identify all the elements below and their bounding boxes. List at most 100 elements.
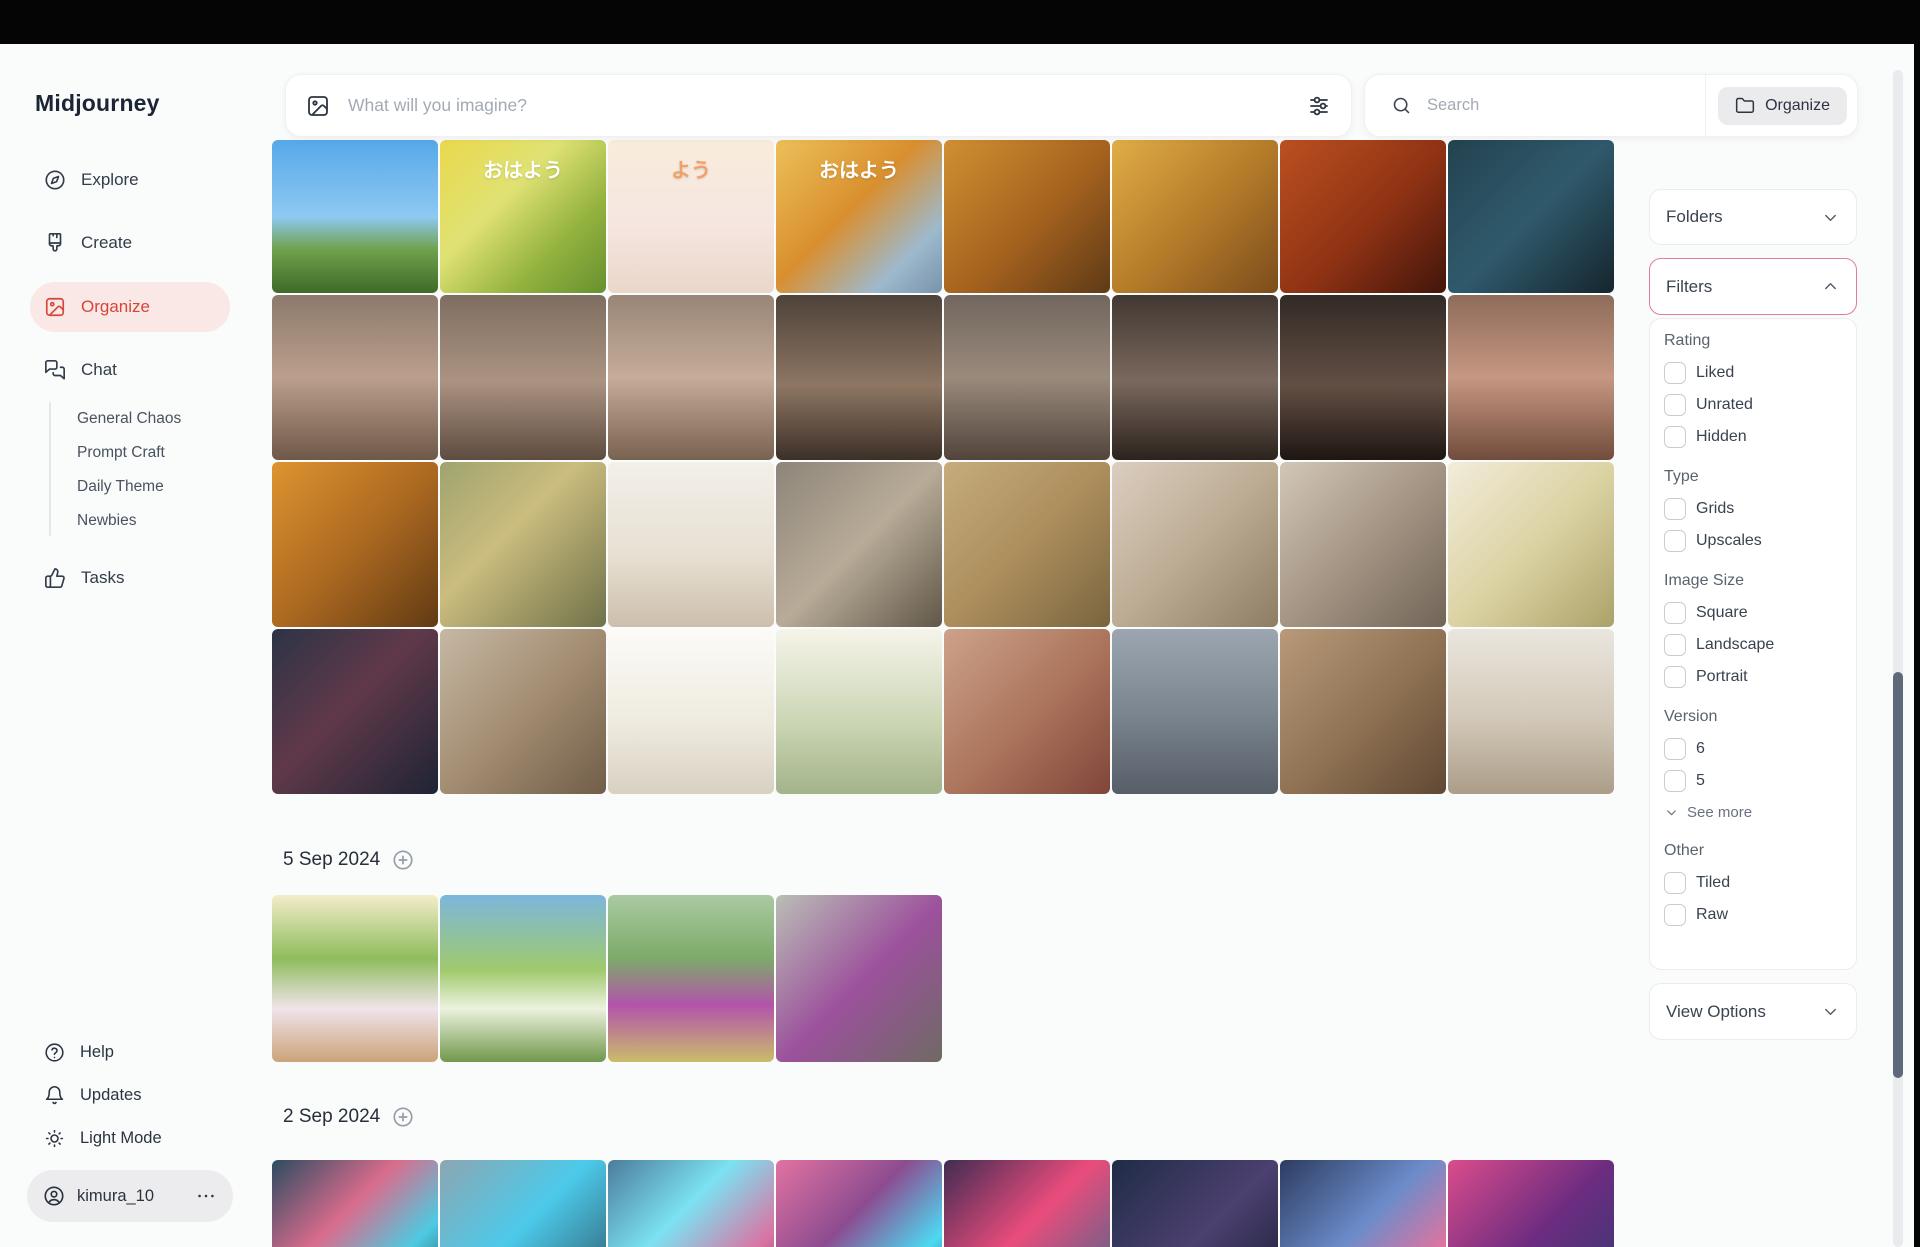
sidebar-item-tasks[interactable]: Tasks [30, 558, 230, 598]
image-tile-hedgehog-gray-closeup[interactable] [776, 462, 942, 627]
page-scrollbar-thumb[interactable] [1893, 672, 1903, 1078]
plus-circle-icon[interactable] [392, 849, 414, 871]
image-tile-cyber-hedgehog-neon-4[interactable] [776, 1160, 942, 1247]
filter-option-6[interactable]: 6 [1664, 733, 1842, 765]
image-tile-portrait-girl-light[interactable] [608, 295, 774, 460]
image-tile-turnip-purple-moody[interactable] [776, 895, 942, 1062]
image-tile-chubby-hedgehog-cream[interactable]: よう [608, 140, 774, 293]
checkbox-portrait[interactable] [1664, 666, 1686, 688]
image-tile-portrait-girl-moody[interactable] [1280, 295, 1446, 460]
image-tile-portrait-girl-white-top[interactable] [1448, 629, 1614, 794]
sidebar-item-organize[interactable]: Organize [30, 282, 230, 332]
image-tile-hedgehog-fall-foliage[interactable] [1112, 140, 1278, 293]
imagine-prompt-input[interactable] [346, 94, 1291, 117]
image-tile-portrait-girl-muted[interactable] [440, 295, 606, 460]
filter-option-unrated[interactable]: Unrated [1664, 389, 1842, 421]
filter-option-5[interactable]: 5 [1664, 765, 1842, 797]
search-input[interactable] [1425, 95, 1693, 116]
chat-channel-daily-theme[interactable]: Daily Theme [62, 472, 232, 502]
image-tile-hedgehogs-yellow-ohayo[interactable]: おはよう [440, 140, 606, 293]
image-tile-cyber-hedgehog-neon-8[interactable] [1448, 1160, 1614, 1247]
filter-option-label: Raw [1696, 906, 1729, 923]
checkbox-landscape[interactable] [1664, 634, 1686, 656]
filter-option-hidden[interactable]: Hidden [1664, 421, 1842, 453]
filter-group-image-size: Image Size Square Landscape Portrait [1664, 572, 1842, 693]
image-tile-cyber-hedgehog-neon-7[interactable] [1280, 1160, 1446, 1247]
image-tile-portrait-girl-shadow[interactable] [1112, 295, 1278, 460]
checkbox-grids[interactable] [1664, 498, 1686, 520]
image-tile-hedgehog-orange-bokeh[interactable] [272, 462, 438, 627]
image-tile-turnip-giant-green[interactable] [440, 895, 606, 1062]
image-tile-turnip-white-illustration[interactable] [272, 895, 438, 1062]
filter-option-upscales[interactable]: Upscales [1664, 525, 1842, 557]
filter-option-square[interactable]: Square [1664, 597, 1842, 629]
image-tile-hedgehog-face-closeup[interactable] [1280, 462, 1446, 627]
image-tile-hedgehog-watercolor-botanical[interactable] [776, 629, 942, 794]
image-tile-hedgehog-meadow-sky[interactable] [272, 140, 438, 293]
chat-channel-prompt-craft[interactable]: Prompt Craft [62, 438, 232, 468]
account-pill[interactable]: kimura_10 [27, 1170, 233, 1222]
image-tile-hedgehog-sunflowers[interactable] [440, 462, 606, 627]
sidebar-item-create[interactable]: Create [30, 223, 230, 263]
image-tile-portrait-girl-sweater[interactable] [1280, 629, 1446, 794]
filter-option-tiled[interactable]: Tiled [1664, 867, 1842, 899]
filter-option-raw[interactable]: Raw [1664, 899, 1842, 931]
view-options-label: View Options [1666, 1001, 1766, 1021]
image-tile-hedgehog-on-sofa[interactable] [440, 629, 606, 794]
image-tile-cyber-hedgehog-neon-6[interactable] [1112, 1160, 1278, 1247]
image-tile-cyber-hedgehog-neon-1[interactable] [272, 1160, 438, 1247]
image-tile-hedgehog-red-dark[interactable] [1280, 140, 1446, 293]
image-tile-cyber-hedgehog-neon-5[interactable] [944, 1160, 1110, 1247]
checkbox-upscales[interactable] [1664, 530, 1686, 552]
image-tile-turnip-purple-watercolor[interactable] [608, 895, 774, 1062]
filter-option-label: Upscales [1696, 532, 1762, 549]
image-tile-cyber-hedgehog-neon-3[interactable] [608, 1160, 774, 1247]
filter-option-label: 6 [1696, 740, 1705, 757]
checkbox-raw[interactable] [1664, 904, 1686, 926]
checkbox-liked[interactable] [1664, 362, 1686, 384]
filter-group-version: Version 6 5 See more [1664, 708, 1842, 827]
image-tile-hedgehog-pair[interactable] [944, 462, 1110, 627]
checkbox-tiled[interactable] [1664, 872, 1686, 894]
sidebar-item-explore[interactable]: Explore [30, 160, 230, 200]
checkbox-5[interactable] [1664, 770, 1686, 792]
filters-panel-header[interactable]: Filters [1649, 258, 1857, 315]
image-tile-hedgehog-white-flowers[interactable] [608, 462, 774, 627]
account-menu-ellipsis-icon[interactable] [195, 1185, 217, 1207]
filter-option-liked[interactable]: Liked [1664, 357, 1842, 389]
organize-button[interactable]: Organize [1718, 86, 1847, 125]
image-tile-portrait-girl-street[interactable] [1112, 629, 1278, 794]
image-tile-hedgehog-floral-fabric[interactable] [1112, 462, 1278, 627]
sidebar-item-help[interactable]: Help [30, 1033, 230, 1071]
image-tile-hedgehog-ink-sketch[interactable] [608, 629, 774, 794]
folders-panel-header[interactable]: Folders [1649, 189, 1857, 245]
image-tile-hedgehog-autumn-ohayo[interactable]: おはよう [776, 140, 942, 293]
chat-channel-newbies[interactable]: Newbies [62, 506, 232, 536]
image-tile-hedgehog-night-teal[interactable] [1448, 140, 1614, 293]
image-tile-portrait-girl-eyes-closeup[interactable] [944, 295, 1110, 460]
sidebar-item-chat[interactable]: Chat [30, 350, 230, 390]
filter-option-landscape[interactable]: Landscape [1664, 629, 1842, 661]
plus-circle-icon[interactable] [392, 1106, 414, 1128]
checkbox-square[interactable] [1664, 602, 1686, 624]
see-more-button[interactable]: See more [1664, 797, 1842, 827]
image-tile-hedgehog-daisies[interactable] [1448, 462, 1614, 627]
image-tile-hedgehog-autumn-leaves[interactable] [944, 140, 1110, 293]
prompt-settings-sliders-icon[interactable] [1307, 94, 1331, 118]
image-tile-portrait-girl-soft[interactable] [272, 295, 438, 460]
sidebar-item-light-mode[interactable]: Light Mode [30, 1119, 230, 1157]
checkbox-6[interactable] [1664, 738, 1686, 760]
checkbox-hidden[interactable] [1664, 426, 1686, 448]
image-upload-icon[interactable] [306, 94, 330, 118]
image-tile-cyber-hedgehog-neon-2[interactable] [440, 1160, 606, 1247]
image-tile-portrait-girl-dark-hair[interactable] [776, 295, 942, 460]
image-tile-portrait-girl-red-top[interactable] [944, 629, 1110, 794]
chat-channel-general-chaos[interactable]: General Chaos [62, 404, 232, 434]
image-tile-hedgehog-dark-floral-pattern[interactable] [272, 629, 438, 794]
sidebar-item-updates[interactable]: Updates [30, 1076, 230, 1114]
image-tile-portrait-girl-warm[interactable] [1448, 295, 1614, 460]
filter-option-grids[interactable]: Grids [1664, 493, 1842, 525]
checkbox-unrated[interactable] [1664, 394, 1686, 416]
view-options-panel-header[interactable]: View Options [1649, 983, 1857, 1040]
filter-option-portrait[interactable]: Portrait [1664, 661, 1842, 693]
